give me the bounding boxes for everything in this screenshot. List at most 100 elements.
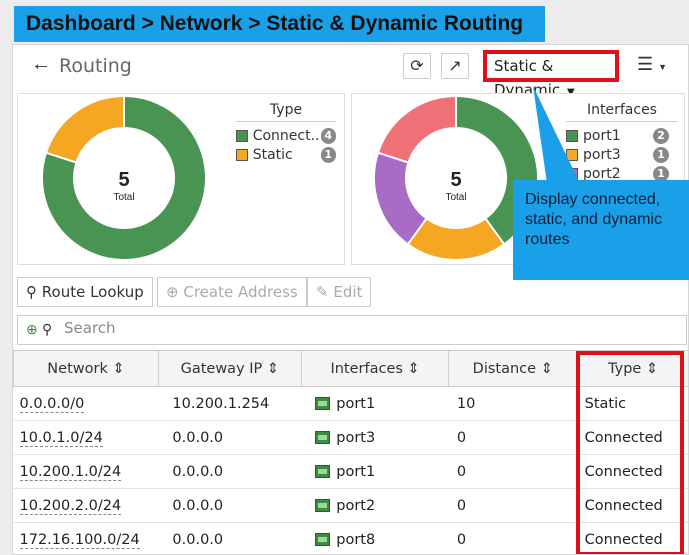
expand-button[interactable]: ↗ <box>441 53 469 79</box>
port-icon <box>315 396 331 410</box>
legend-swatch <box>236 129 248 142</box>
sort-icon: ⇕ <box>266 360 280 377</box>
routing-table: Network ⇕ Gateway IP ⇕ Interfaces ⇕ Dist… <box>13 350 688 554</box>
distance-cell: 10 <box>448 386 577 421</box>
column-header-distance[interactable]: Distance ⇕ <box>448 350 578 387</box>
distance-cell: 0 <box>448 420 577 455</box>
menu-button[interactable]: ☰ ▼ <box>637 54 667 75</box>
distance-cell: 0 <box>448 522 577 554</box>
table-row[interactable]: 10.200.2.0/24 0.0.0.0 port2 0 Connected <box>13 488 688 523</box>
column-header-network[interactable]: Network ⇕ <box>13 350 159 387</box>
panel-title: Routing <box>59 55 132 77</box>
port-icon <box>315 532 331 546</box>
type-chart-card: 5 Total Type Connect... 4 Static 1 <box>17 93 345 265</box>
refresh-button[interactable]: ⟳ <box>403 53 431 79</box>
type-donut-chart: 5 Total <box>41 94 207 261</box>
external-link-icon: ↗ <box>448 58 462 75</box>
legend-swatch <box>566 148 578 161</box>
interface-cell: port1 <box>301 386 449 421</box>
table-row[interactable]: 0.0.0.0/0 10.200.1.254 port1 10 Static <box>13 386 688 421</box>
legend-item[interactable]: port1 2 <box>566 126 678 145</box>
network-cell: 10.200.2.0/24 <box>13 488 159 523</box>
route-lookup-label: Route Lookup <box>41 283 144 301</box>
interface-cell: port2 <box>301 488 449 523</box>
hamburger-icon: ☰ <box>637 54 654 74</box>
callout-tooltip: Display connected, static, and dynamic r… <box>513 180 689 280</box>
callout-line: static, and dynamic <box>525 211 662 228</box>
create-address-button[interactable]: ⊕ Create Address <box>157 277 307 307</box>
donut-slice-port8[interactable] <box>376 94 457 164</box>
legend-label: port1 <box>583 127 621 144</box>
table-row[interactable]: 10.0.1.0/24 0.0.0.0 port3 0 Connected <box>13 420 688 455</box>
pencil-icon: ✎ <box>316 283 329 301</box>
type-cell: Connected <box>576 522 688 554</box>
sort-icon: ⇕ <box>645 360 659 377</box>
legend-count-badge: 1 <box>653 146 669 163</box>
network-cell: 10.200.1.0/24 <box>13 454 159 489</box>
distance-cell: 0 <box>448 488 577 523</box>
view-type-select[interactable]: Static & Dynamic ▼ <box>483 50 619 99</box>
routing-panel: ← Routing ⟳ ↗ Static & Dynamic ▼ ☰ ▼ 5 T… <box>12 44 689 555</box>
table-row[interactable]: 172.16.100.0/24 0.0.0.0 port8 0 Connecte… <box>13 522 688 554</box>
add-filter-icon[interactable]: ⊕ <box>26 321 38 338</box>
legend-swatch <box>566 167 578 180</box>
interface-cell: port1 <box>301 454 449 489</box>
legend-label: Static <box>252 146 293 163</box>
refresh-icon: ⟳ <box>410 58 424 75</box>
interfaces-legend-title: Interfaces <box>566 102 678 122</box>
type-total-label: Total <box>113 192 134 203</box>
callout-line: Display connected, <box>525 191 661 208</box>
type-cell: Connected <box>576 454 688 489</box>
legend-item[interactable]: Connect... 4 <box>236 126 336 145</box>
gateway-cell: 10.200.1.254 <box>158 386 302 421</box>
type-cell: Connected <box>576 420 688 455</box>
caret-down-icon: ▼ <box>658 62 668 72</box>
panel-header: ← Routing ⟳ ↗ Static & Dynamic ▼ ☰ ▼ <box>13 45 688 99</box>
gateway-cell: 0.0.0.0 <box>158 522 302 554</box>
column-header-interfaces[interactable]: Interfaces ⇕ <box>300 350 450 387</box>
gateway-cell: 0.0.0.0 <box>158 454 302 489</box>
back-arrow-icon[interactable]: ← <box>31 53 51 76</box>
gateway-cell: 0.0.0.0 <box>158 488 302 523</box>
port-icon <box>315 498 331 512</box>
type-legend-title: Type <box>236 102 336 122</box>
search-input[interactable] <box>64 319 624 337</box>
donut-slice-static[interactable] <box>44 94 125 164</box>
distance-cell: 0 <box>448 454 577 489</box>
search-icon: ⚲ <box>42 321 53 337</box>
search-icon: ⚲ <box>26 283 37 301</box>
sort-icon: ⇕ <box>540 360 553 377</box>
legend-swatch <box>566 129 578 142</box>
table-row[interactable]: 10.200.1.0/24 0.0.0.0 port1 0 Connected <box>13 454 688 489</box>
sort-icon: ⇕ <box>112 360 125 377</box>
legend-swatch <box>236 148 248 161</box>
breadcrumb-banner: Dashboard > Network > Static & Dynamic R… <box>14 6 545 42</box>
legend-item[interactable]: Static 1 <box>236 145 336 164</box>
network-cell: 172.16.100.0/24 <box>13 522 159 554</box>
edit-button[interactable]: ✎ Edit <box>307 277 372 307</box>
gateway-cell: 0.0.0.0 <box>158 420 302 455</box>
type-cell: Static <box>576 386 688 421</box>
type-legend: Type Connect... 4 Static 1 <box>236 102 336 164</box>
column-header-gateway[interactable]: Gateway IP ⇕ <box>157 350 302 387</box>
legend-count-badge: 2 <box>653 127 669 144</box>
legend-label: Connect... <box>252 127 321 144</box>
action-toolbar: ⚲ Route Lookup ⊕ Create Address ✎ Edit <box>13 277 688 309</box>
callout-line: routes <box>525 231 570 248</box>
legend-label: port3 <box>583 146 621 163</box>
column-header-type[interactable]: Type ⇕ <box>576 350 688 387</box>
create-address-label: Create Address <box>183 283 298 301</box>
interface-cell: port8 <box>301 522 449 554</box>
interface-cell: port3 <box>301 420 449 455</box>
iface-total-label: Total <box>445 192 466 203</box>
table-header-row: Network ⇕ Gateway IP ⇕ Interfaces ⇕ Dist… <box>13 350 688 387</box>
type-total-value: 5 <box>118 169 129 191</box>
route-lookup-button[interactable]: ⚲ Route Lookup <box>17 277 153 307</box>
plus-circle-icon: ⊕ <box>166 283 179 301</box>
donut-slice-port2[interactable] <box>373 151 429 246</box>
port-icon <box>315 430 331 444</box>
port-icon <box>315 464 331 478</box>
legend-item[interactable]: port3 1 <box>566 145 678 164</box>
edit-label: Edit <box>333 283 363 301</box>
network-cell: 10.0.1.0/24 <box>13 420 159 455</box>
